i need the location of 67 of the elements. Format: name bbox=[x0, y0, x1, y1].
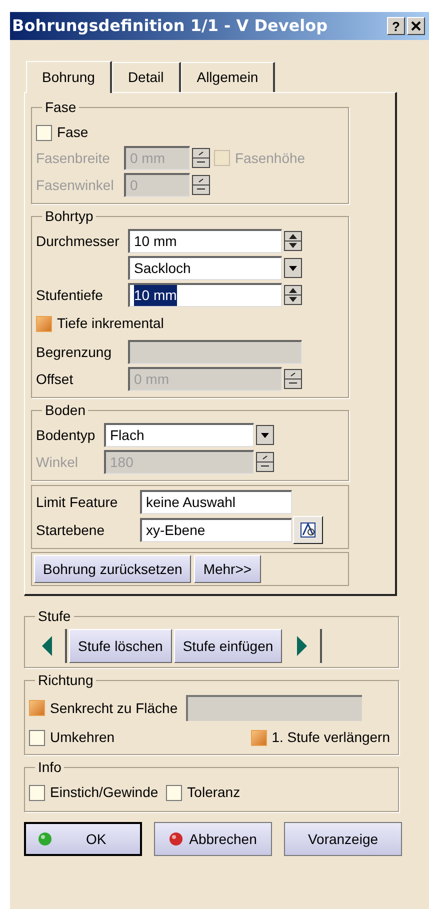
checkbox-label: Fasenhöhe bbox=[235, 148, 306, 168]
input-field: 0 mm bbox=[128, 367, 282, 391]
button[interactable]: Stufe löschen bbox=[69, 629, 172, 663]
field-label: Fasenwinkel bbox=[36, 176, 115, 194]
input-field[interactable]: Flach bbox=[104, 423, 254, 447]
field-label: Bodentyp bbox=[36, 426, 96, 445]
checkbox-label: Toleranz bbox=[187, 783, 240, 802]
field-label: Fasenbreite bbox=[36, 148, 111, 168]
checkbox[interactable] bbox=[29, 784, 45, 800]
group-label: Info bbox=[37, 758, 62, 777]
help-button[interactable]: ? bbox=[387, 17, 405, 35]
checkbox-label: Umkehren bbox=[50, 728, 115, 747]
field-label: Durchmesser bbox=[36, 232, 120, 250]
input-field[interactable]: xy-Ebene bbox=[140, 518, 292, 542]
spinner-icon bbox=[192, 175, 210, 195]
group-label: Stufe bbox=[37, 607, 72, 626]
button[interactable]: Mehr>> bbox=[194, 555, 261, 583]
left-triangle-icon bbox=[40, 635, 54, 657]
button[interactable]: Voranzeige bbox=[284, 822, 402, 856]
field-label: Startebene bbox=[36, 520, 106, 540]
checkbox-label: Fase bbox=[57, 123, 88, 142]
input-field: 0 bbox=[124, 173, 190, 197]
input-field: 0 mm bbox=[124, 146, 190, 170]
circle-icon bbox=[169, 832, 184, 846]
tab[interactable]: Detail bbox=[112, 62, 181, 92]
checkbox[interactable] bbox=[29, 700, 45, 716]
button[interactable]: Bohrung zurücksetzen bbox=[34, 555, 192, 583]
button[interactable]: OK bbox=[24, 822, 142, 856]
spinner-icon bbox=[284, 369, 302, 389]
plane-icon bbox=[299, 521, 317, 539]
close-button[interactable] bbox=[407, 17, 425, 35]
input-field[interactable]: keine Auswahl bbox=[140, 490, 292, 514]
input-field: 180 bbox=[104, 450, 254, 474]
checkbox[interactable] bbox=[250, 730, 267, 746]
window-title: Bohrungsdefinition 1/1 - V Develop bbox=[12, 15, 329, 37]
checkbox[interactable] bbox=[166, 784, 182, 800]
field-label: Offset bbox=[36, 370, 74, 388]
group-label: Bohrtyp bbox=[44, 207, 94, 226]
input-field[interactable]: 10 mm bbox=[128, 283, 282, 307]
group-label: Boden bbox=[44, 401, 86, 420]
checkbox-label: 1. Stufe verlängern bbox=[272, 728, 390, 747]
field-label: Winkel bbox=[36, 452, 80, 472]
input-field[interactable]: Sackloch bbox=[128, 256, 282, 280]
checkbox-label: Einstich/Gewinde bbox=[50, 783, 158, 802]
spinner-icon[interactable] bbox=[284, 285, 302, 305]
button[interactable]: Abbrechen bbox=[154, 822, 272, 856]
tab[interactable]: Allgemein bbox=[180, 62, 276, 92]
checkbox[interactable] bbox=[36, 316, 52, 332]
spinner-icon[interactable] bbox=[284, 231, 302, 251]
close-icon bbox=[411, 21, 421, 31]
group-label: Richtung bbox=[37, 671, 94, 690]
field-label: Stufentiefe bbox=[36, 286, 104, 304]
button[interactable]: Stufe einfügen bbox=[174, 629, 282, 663]
checkbox-label: Tiefe inkremental bbox=[57, 314, 164, 333]
group-label: Fase bbox=[44, 98, 78, 117]
circle-icon bbox=[38, 832, 52, 846]
input-field[interactable]: 10 mm bbox=[128, 229, 282, 253]
checkbox[interactable] bbox=[36, 124, 52, 140]
spinner-icon bbox=[256, 452, 274, 472]
field-label: Limit Feature bbox=[36, 492, 119, 512]
checkbox-label: Senkrecht zu Fläche bbox=[50, 698, 178, 718]
right-triangle-icon bbox=[295, 635, 310, 657]
checkbox[interactable] bbox=[29, 730, 45, 746]
plane-select-button[interactable] bbox=[293, 516, 323, 544]
spinner-icon bbox=[192, 148, 210, 168]
tab[interactable]: Bohrung bbox=[26, 61, 112, 93]
field-label: Begrenzung bbox=[36, 342, 113, 362]
